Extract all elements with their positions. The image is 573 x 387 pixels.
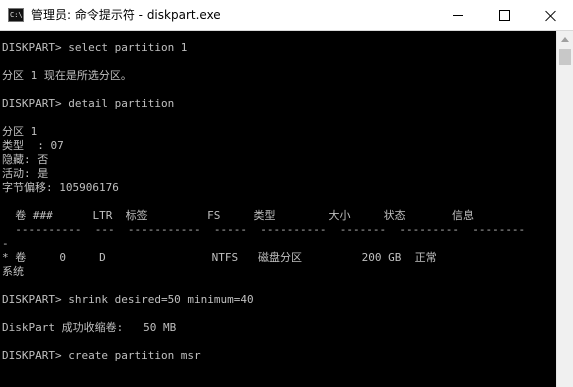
console-line: 隐藏: 否 — [2, 153, 49, 166]
close-icon — [545, 10, 556, 21]
console-line: 字节偏移: 105906176 — [2, 181, 119, 194]
title-bar[interactable]: C:\. 管理员: 命令提示符 - diskpart.exe — [0, 0, 573, 31]
console-line: - — [2, 237, 9, 250]
console-line: ---------- --- ----------- ----- -------… — [2, 223, 526, 236]
console-line: 分区 1 — [2, 125, 38, 138]
scrollbar-thumb[interactable] — [559, 49, 571, 65]
vertical-scrollbar[interactable] — [556, 31, 573, 387]
scroll-up-icon[interactable] — [561, 37, 569, 42]
console-line: 分区 1 现在是所选分区。 — [2, 69, 132, 82]
maximize-button[interactable] — [481, 0, 527, 30]
console-line: DISKPART> create partition msr — [2, 349, 201, 362]
console-line: DISKPART> shrink desired=50 minimum=40 — [2, 293, 254, 306]
console-line: * 卷 0 D NTFS 磁盘分区 200 GB 正常 — [2, 251, 437, 264]
minimize-icon — [453, 14, 463, 16]
console-line: 类型 : 07 — [2, 139, 64, 152]
minimize-button[interactable] — [435, 0, 481, 30]
console-line: 系统 — [2, 265, 24, 278]
console-line: DISKPART> detail partition — [2, 97, 175, 110]
close-button[interactable] — [527, 0, 573, 30]
cmd-icon[interactable]: C:\. — [8, 8, 24, 22]
console-line: 活动: 是 — [2, 167, 49, 180]
window-title: 管理员: 命令提示符 - diskpart.exe — [31, 8, 221, 22]
console-output[interactable]: DISKPART> select partition 1 分区 1 现在是所选分… — [0, 31, 556, 387]
console-line: DISKPART> select partition 1 — [2, 41, 188, 54]
console-line: DiskPart 成功收缩卷: 50 MB — [2, 321, 177, 334]
console-line: 卷 ### LTR 标签 FS 类型 大小 状态 信息 — [2, 209, 474, 222]
command-prompt-window: C:\. 管理员: 命令提示符 - diskpart.exe DISKPART>… — [0, 0, 573, 387]
maximize-icon — [498, 9, 510, 21]
